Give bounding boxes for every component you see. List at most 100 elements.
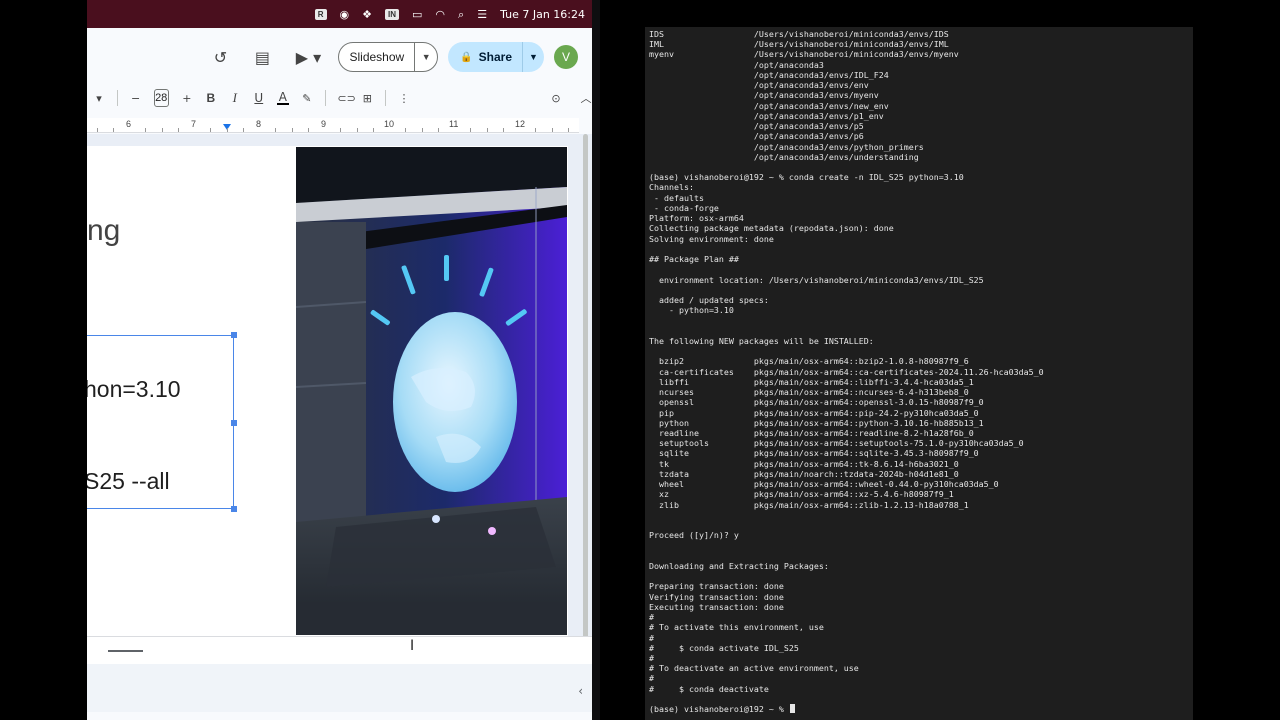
screen: R ◉ ❖ IN ▭ ◠ ⌕ ☰ Tue 7 Jan 16:24 ↺ ▤ ▶ ▾… (0, 0, 1280, 720)
search-icon[interactable]: ⌕ (458, 9, 464, 20)
terminal-line: # (649, 612, 654, 623)
slide-canvas-area[interactable]: ng hon=3.10 S25 --all (87, 134, 592, 636)
meet-camera-icon[interactable]: ▶ ▾ (288, 41, 328, 73)
selected-text-box[interactable]: hon=3.10 S25 --all (87, 332, 237, 512)
slide[interactable]: ng hon=3.10 S25 --all (87, 146, 568, 636)
menubar-datetime[interactable]: Tue 7 Jan 16:24 (500, 8, 585, 21)
slideshow-dropdown-icon[interactable]: ▼ (415, 43, 437, 71)
text-box-line: S25 --all (87, 468, 170, 494)
ruler-number: 11 (449, 119, 459, 129)
terminal-line: libffi pkgs/main/osx-arm64::libffi-3.4.4… (649, 376, 974, 387)
photo-illustration (296, 147, 567, 635)
terminal-line: /opt/anaconda3/envs/IDL_F24 (649, 69, 889, 80)
terminal-line: /opt/anaconda3/envs/env (649, 80, 869, 91)
terminal-line: - conda-forge (649, 202, 719, 213)
terminal-line: zlib pkgs/main/osx-arm64::zlib-1.2.13-h1… (649, 499, 969, 510)
layers-icon[interactable]: ❖ (362, 9, 372, 20)
terminal-line: openssl pkgs/main/osx-arm64::openssl-3.0… (649, 397, 984, 408)
collapse-toolbar-icon[interactable]: ︿ (580, 90, 592, 106)
vertical-scrollbar[interactable] (583, 134, 588, 642)
terminal-line: Verifying transaction: done (649, 591, 784, 602)
terminal-line: # $ conda deactivate (649, 683, 769, 694)
italic-button[interactable]: I (229, 90, 241, 106)
terminal-line: added / updated specs: (649, 294, 769, 305)
terminal-line: wheel pkgs/main/osx-arm64::wheel-0.44.0-… (649, 479, 999, 490)
speaker-notes-area[interactable] (87, 636, 592, 664)
terminal-prompt: (base) vishanoberoi@192 ~ % (649, 704, 795, 714)
bold-button[interactable]: B (205, 91, 217, 105)
lock-icon: 🔒 (460, 51, 473, 63)
terminal-line: IML /Users/vishanoberoi/miniconda3/envs/… (649, 39, 949, 50)
slides-window: R ◉ ❖ IN ▭ ◠ ⌕ ☰ Tue 7 Jan 16:24 ↺ ▤ ▶ ▾… (87, 0, 599, 720)
terminal-line: /opt/anaconda3/envs/understanding (649, 151, 919, 162)
window-divider (592, 0, 600, 720)
ruler-number: 12 (515, 119, 526, 129)
share-button-group: 🔒 Share ▼ (448, 42, 544, 72)
terminal-line: /opt/anaconda3/envs/p6 (649, 131, 864, 142)
comments-icon[interactable]: ▤ (246, 41, 278, 73)
mouse-ibeam-cursor: I (410, 638, 415, 654)
terminal-cursor (789, 704, 795, 714)
share-label: Share (478, 50, 512, 64)
resize-handle[interactable] (231, 506, 237, 512)
slide-title[interactable]: ng (87, 214, 120, 248)
ruler-number: 7 (191, 119, 197, 129)
terminal-line: # (649, 653, 654, 664)
status-badge[interactable]: R (314, 8, 327, 20)
animation-icon[interactable]: ⊙ (550, 92, 562, 105)
terminal-line: ## Package Plan ## (649, 254, 739, 265)
ruler-number: 6 (126, 119, 132, 129)
watson-supercomputer-photo[interactable] (296, 147, 567, 635)
highlight-pen-icon[interactable]: ✎ (301, 92, 313, 105)
record-icon[interactable]: ◉ (340, 9, 350, 20)
format-toolbar: ▾ − 28 + B I U A ✎ ⊂⊃ ⊞ ⋮ ⊙ ︿ (87, 84, 592, 112)
terminal-line: Proceed ([y]/n)? y (649, 530, 739, 541)
add-comment-icon[interactable]: ⊞ (361, 92, 373, 105)
terminal-line: Platform: osx-arm64 (649, 213, 744, 224)
font-size-input[interactable]: 28 (153, 89, 169, 107)
text-color-button[interactable]: A (276, 91, 289, 105)
insert-link-icon[interactable]: ⊂⊃ (337, 92, 355, 105)
terminal-line: /opt/anaconda3/envs/python_primers (649, 141, 924, 152)
terminal-line: tk pkgs/main/osx-arm64::tk-8.6.14-h6ba30… (649, 458, 959, 469)
resize-handle[interactable] (231, 420, 237, 426)
avatar[interactable]: V (554, 45, 578, 69)
terminal-line: sqlite pkgs/main/osx-arm64::sqlite-3.45.… (649, 448, 979, 459)
battery-icon[interactable]: ▭ (412, 9, 422, 20)
terminal-line: ca-certificates pkgs/main/osx-arm64::ca-… (649, 366, 1044, 377)
terminal-line: /opt/anaconda3/envs/new_env (649, 100, 889, 111)
notes-resize-handle[interactable] (108, 650, 143, 652)
collapse-side-panel-icon[interactable]: ‹ (578, 684, 583, 698)
underline-button[interactable]: U (253, 91, 265, 105)
increase-font-size-button[interactable]: + (181, 92, 193, 105)
horizontal-ruler[interactable]: 6 7 8 9 10 11 12 (87, 118, 579, 133)
share-dropdown-icon[interactable]: ▼ (522, 42, 544, 72)
terminal-line: The following NEW packages will be INSTA… (649, 335, 874, 346)
terminal-line: ncurses pkgs/main/osx-arm64::ncurses-6.4… (649, 387, 969, 398)
input-source-badge[interactable]: IN (385, 8, 399, 20)
font-dropdown-icon[interactable]: ▾ (93, 92, 105, 105)
terminal-line: # $ conda activate IDL_S25 (649, 642, 799, 653)
terminal-line: xz pkgs/main/osx-arm64::xz-5.4.6-h80987f… (649, 489, 954, 500)
terminal-line: Executing transaction: done (649, 601, 784, 612)
control-center-icon[interactable]: ☰ (477, 9, 487, 20)
terminal-line: - python=3.10 (649, 305, 734, 316)
bottom-panel: ‹ (87, 664, 592, 712)
ruler-number: 10 (384, 119, 395, 129)
slideshow-button[interactable]: Slideshow (339, 43, 416, 71)
decrease-font-size-button[interactable]: − (130, 92, 142, 105)
terminal-line: /opt/anaconda3/envs/myenv (649, 90, 879, 101)
share-button[interactable]: 🔒 Share (448, 42, 522, 72)
mac-menubar: R ◉ ❖ IN ▭ ◠ ⌕ ☰ Tue 7 Jan 16:24 (87, 0, 599, 28)
terminal-window[interactable]: IDS /Users/vishanoberoi/miniconda3/envs/… (645, 27, 1193, 720)
terminal-line: tzdata pkgs/main/noarch::tzdata-2024b-h0… (649, 468, 959, 479)
ruler-number: 9 (321, 119, 327, 129)
terminal-line: setuptools pkgs/main/osx-arm64::setuptoo… (649, 438, 1024, 449)
version-history-icon[interactable]: ↺ (204, 41, 236, 73)
toolbar-divider (117, 90, 118, 106)
terminal-line: # To deactivate an active environment, u… (649, 663, 859, 674)
terminal-line: (base) vishanoberoi@192 ~ % conda create… (649, 172, 964, 183)
more-options-icon[interactable]: ⋮ (398, 92, 410, 105)
wifi-icon[interactable]: ◠ (435, 9, 445, 20)
resize-handle[interactable] (231, 332, 237, 338)
